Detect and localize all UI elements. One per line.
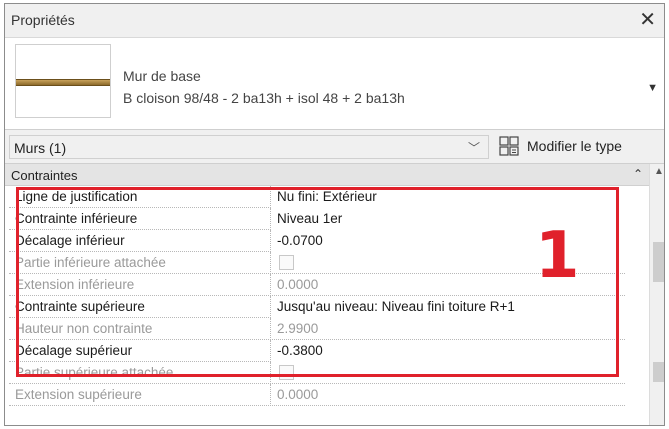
type-selector[interactable]: Mur de base B cloison 98/48 - 2 ba13h + … bbox=[5, 38, 664, 130]
type-dropdown-icon[interactable]: ▼ bbox=[647, 82, 658, 94]
properties-grid: Contraintes ⌃ Ligne de justification Nu … bbox=[5, 164, 649, 425]
edit-type-icon bbox=[499, 136, 519, 156]
param-value[interactable]: Nu fini: Extérieur bbox=[271, 186, 625, 208]
instance-filter-dropdown[interactable]: Murs (1) ﹀ bbox=[9, 135, 489, 159]
properties-palette: Propriétés ✕ Mur de base B cloison 98/48… bbox=[4, 3, 665, 426]
group-header-constraints[interactable]: Contraintes ⌃ bbox=[5, 164, 649, 186]
scroll-up-icon[interactable]: ▲ bbox=[654, 166, 664, 177]
param-name: Ligne de justification bbox=[9, 186, 271, 208]
group-label: Contraintes bbox=[11, 168, 78, 183]
param-value: 2.9900 bbox=[277, 321, 319, 336]
vertical-scrollbar[interactable]: ▲ bbox=[649, 164, 664, 425]
param-name: Contrainte inférieure bbox=[9, 208, 271, 230]
type-name: B cloison 98/48 - 2 ba13h + isol 48 + 2 … bbox=[123, 90, 405, 106]
checkbox bbox=[279, 365, 294, 380]
param-name: Hauteur non contrainte bbox=[9, 318, 271, 340]
param-name: Décalage supérieur bbox=[9, 340, 271, 362]
param-value: 0.0000 bbox=[277, 387, 319, 402]
param-name: Partie supérieure attachée bbox=[9, 362, 271, 384]
edit-type-label: Modifier le type bbox=[527, 138, 622, 154]
row-top-constraint[interactable]: Contrainte supérieure Jusqu'au niveau: N… bbox=[9, 296, 625, 318]
row-unconnected-height: Hauteur non contrainte 2.9900 bbox=[9, 318, 625, 340]
wall-type-preview bbox=[15, 44, 111, 118]
param-value[interactable]: -0.3800 bbox=[271, 340, 625, 362]
param-name: Décalage inférieur bbox=[9, 230, 271, 252]
param-name: Contrainte supérieure bbox=[9, 296, 271, 318]
row-location-line[interactable]: Ligne de justification Nu fini: Extérieu… bbox=[9, 186, 625, 208]
row-base-offset[interactable]: Décalage inférieur -0.0700 bbox=[9, 230, 625, 252]
row-base-attached: Partie inférieure attachée bbox=[9, 252, 625, 274]
param-name: Partie inférieure attachée bbox=[9, 252, 271, 274]
close-icon[interactable]: ✕ bbox=[639, 8, 656, 32]
instance-filter-value: Murs (1) bbox=[14, 140, 67, 156]
row-base-extension: Extension inférieure 0.0000 bbox=[9, 274, 625, 296]
palette-titlebar: Propriétés ✕ bbox=[5, 4, 664, 38]
collapse-icon[interactable]: ⌃ bbox=[633, 167, 643, 181]
chevron-down-icon: ﹀ bbox=[467, 141, 480, 155]
param-value[interactable]: Jusqu'au niveau: Niveau fini toiture R+1 bbox=[271, 296, 625, 318]
row-base-constraint[interactable]: Contrainte inférieure Niveau 1er bbox=[9, 208, 625, 230]
param-name: Extension inférieure bbox=[9, 274, 271, 296]
checkbox bbox=[279, 255, 294, 270]
palette-title: Propriétés bbox=[11, 12, 75, 28]
scrollbar-thumb-secondary[interactable] bbox=[653, 362, 664, 382]
row-top-offset[interactable]: Décalage supérieur -0.3800 bbox=[9, 340, 625, 362]
param-name: Extension supérieure bbox=[9, 384, 271, 406]
row-top-extension: Extension supérieure 0.0000 bbox=[9, 384, 625, 406]
scrollbar-thumb[interactable] bbox=[653, 242, 664, 282]
row-top-attached: Partie supérieure attachée bbox=[9, 362, 625, 384]
instance-selector-bar: Murs (1) ﹀ Modifier le type bbox=[5, 130, 664, 164]
wall-layer-band bbox=[16, 79, 110, 86]
annotation-number: 1 bbox=[535, 219, 580, 293]
type-family-name: Mur de base bbox=[123, 68, 201, 84]
